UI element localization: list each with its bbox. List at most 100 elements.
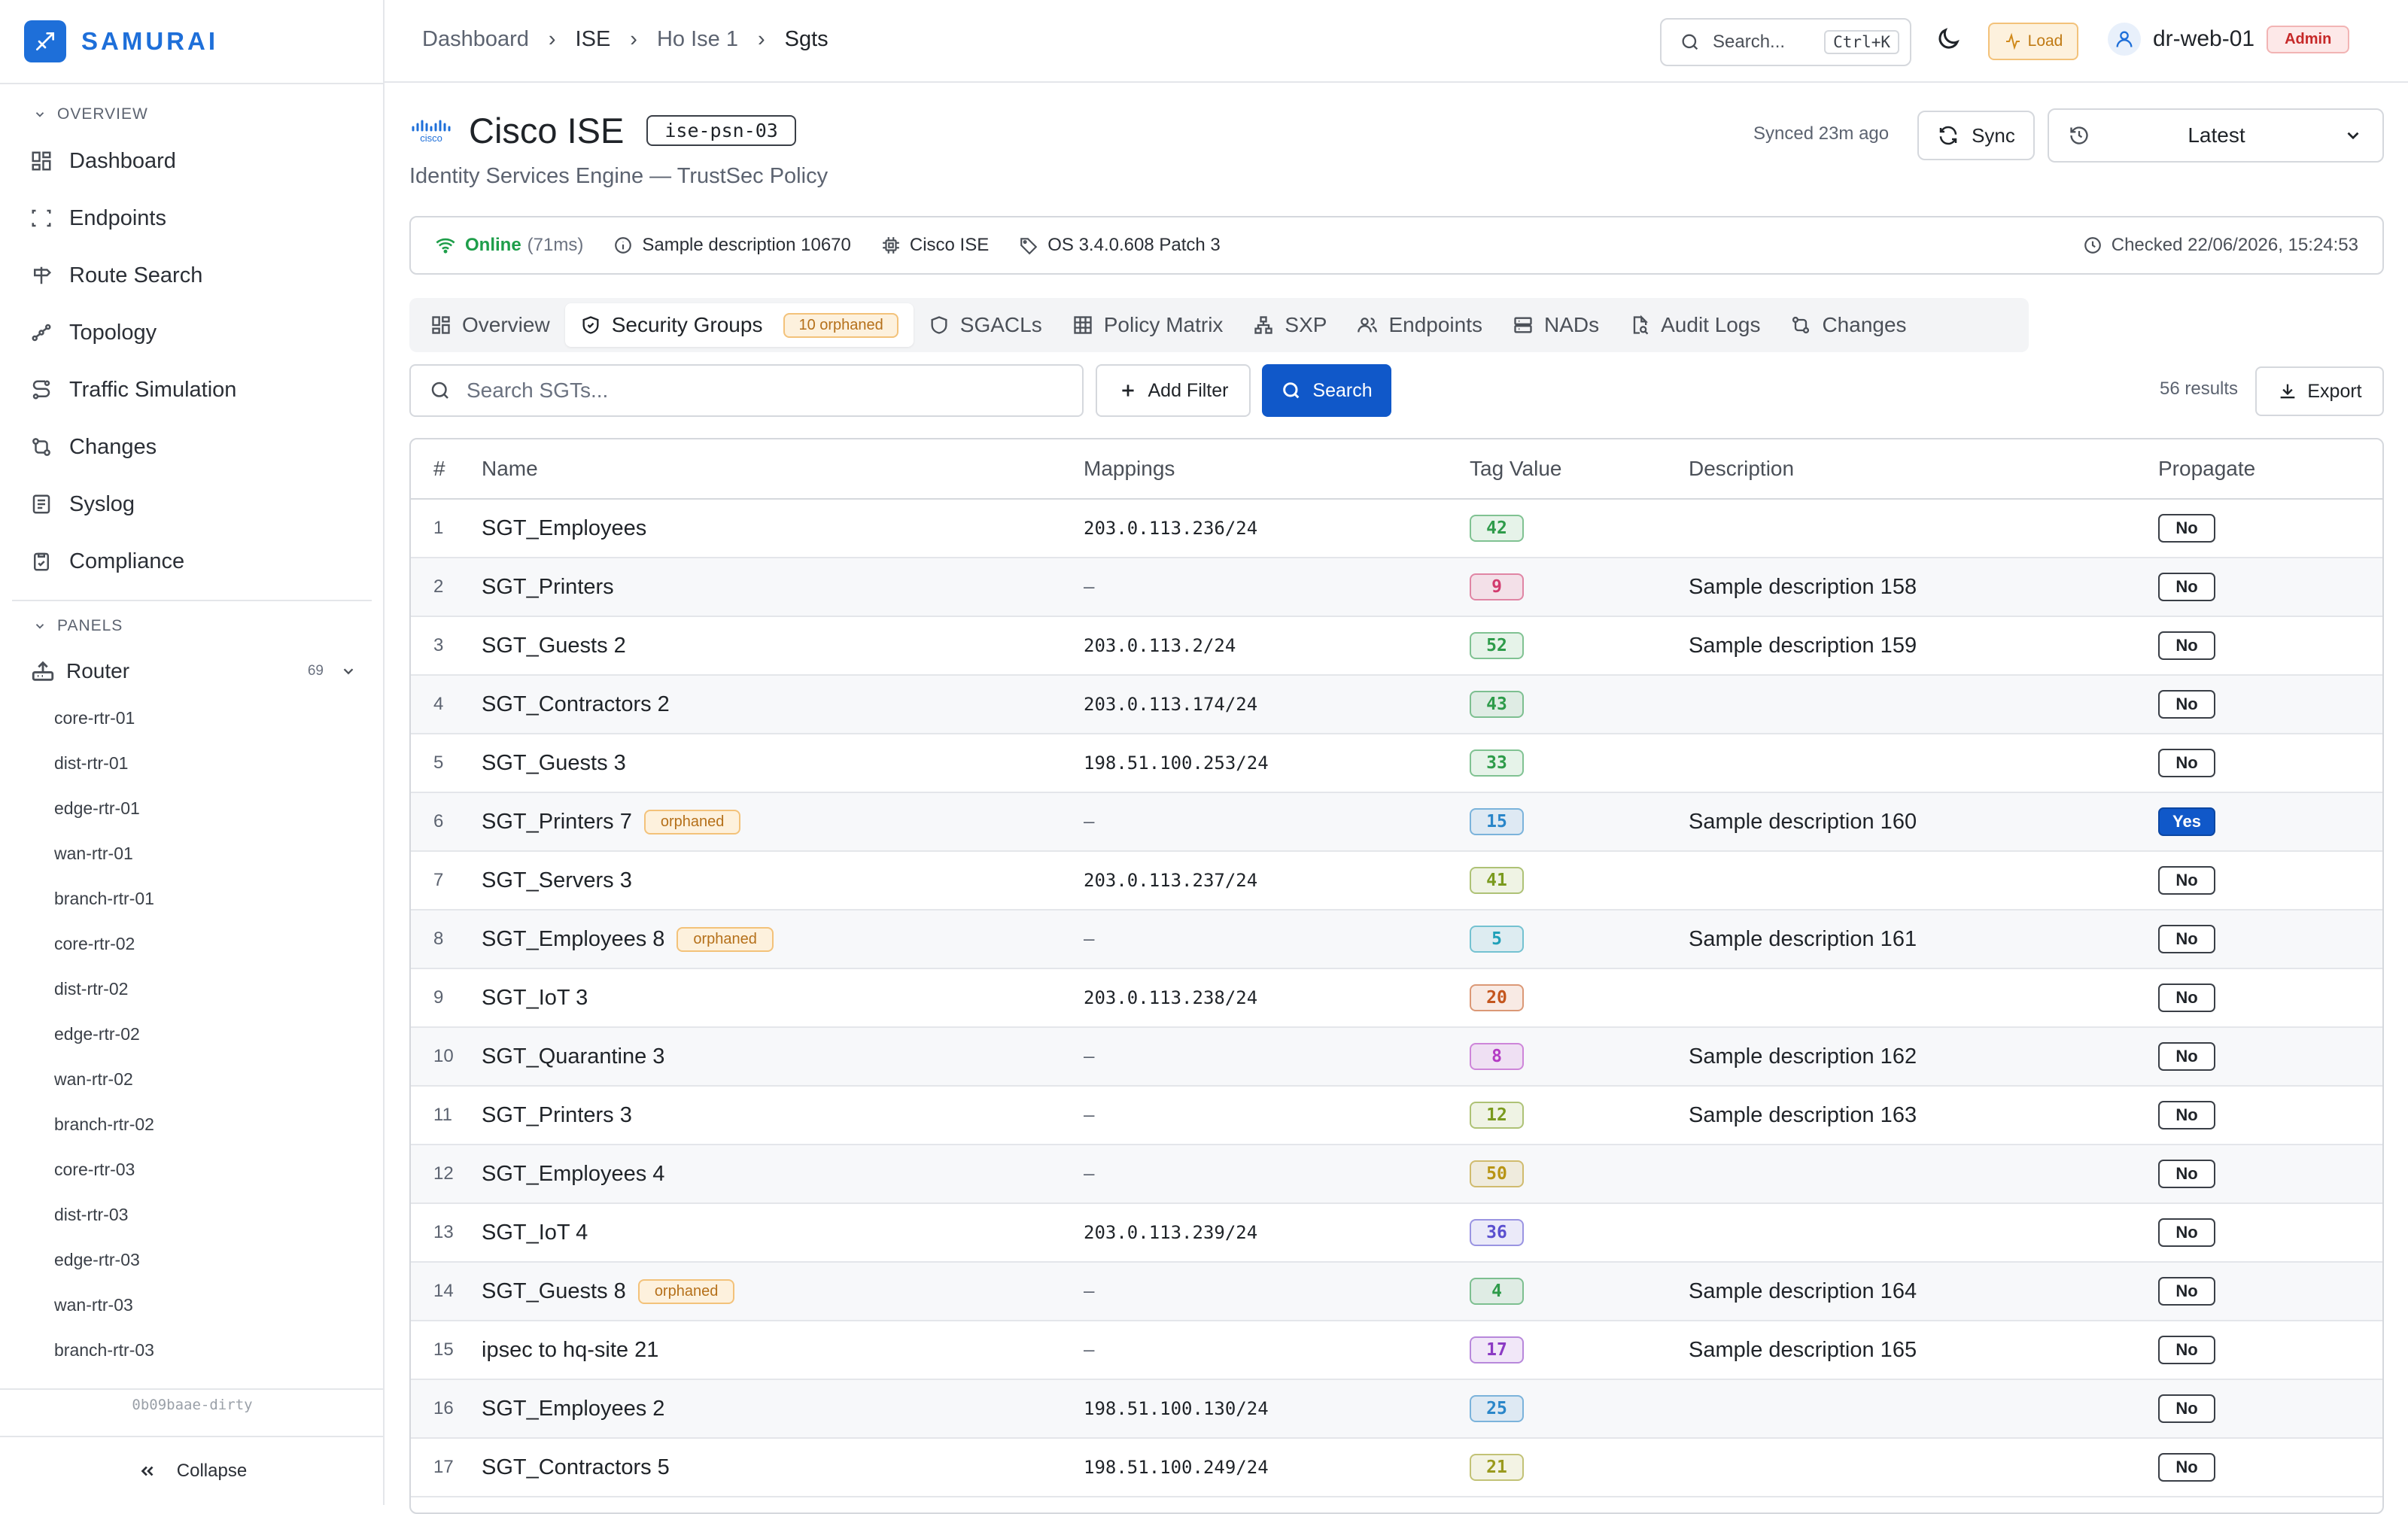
col-index[interactable]: # <box>411 457 482 481</box>
user-menu[interactable]: dr-web-01 Admin <box>2108 23 2350 56</box>
sgt-name[interactable]: SGT_Contractors 5 <box>482 1455 670 1480</box>
table-row[interactable]: 16 SGT_Employees 2 198.51.100.130/24 25 No <box>411 1380 2382 1439</box>
tab-sgacls[interactable]: SGACLs <box>914 303 1057 347</box>
table-row[interactable]: 9 SGT_IoT 3 203.0.113.238/24 20 No <box>411 969 2382 1028</box>
breadcrumb-dashboard[interactable]: Dashboard <box>422 27 529 52</box>
col-mappings[interactable]: Mappings <box>1084 457 1470 481</box>
propagate-badge[interactable]: No <box>2158 1277 2215 1306</box>
sgt-name[interactable]: SGT_Guests 8 <box>482 1279 626 1304</box>
breadcrumb-ho-ise-1[interactable]: Ho Ise 1 <box>657 27 738 52</box>
propagate-badge[interactable]: No <box>2158 690 2215 719</box>
propagate-badge[interactable]: No <box>2158 1336 2215 1364</box>
overview-section-toggle[interactable]: OVERVIEW <box>33 105 148 123</box>
tab-sxp[interactable]: SXP <box>1238 303 1342 347</box>
col-propagate[interactable]: Propagate <box>2158 457 2309 481</box>
device-item[interactable]: wan-rtr-02 <box>54 1069 133 1090</box>
propagate-badge[interactable]: No <box>2158 983 2215 1012</box>
nav-topology[interactable]: Topology <box>30 310 361 355</box>
sgt-name[interactable]: SGT_Guests 2 <box>482 634 626 658</box>
tab-audit-logs[interactable]: Audit Logs <box>1614 303 1775 347</box>
device-item[interactable]: branch-rtr-02 <box>54 1114 154 1135</box>
tab-changes[interactable]: Changes <box>1775 303 1921 347</box>
sgt-name[interactable]: SGT_Guests 3 <box>482 751 626 776</box>
sgt-name[interactable]: SGT_IoT 4 <box>482 1221 588 1245</box>
panel-router[interactable]: Router 69 <box>30 651 361 692</box>
propagate-badge[interactable]: No <box>2158 1218 2215 1247</box>
device-item[interactable]: core-rtr-02 <box>54 934 135 954</box>
device-item[interactable]: wan-rtr-03 <box>54 1295 133 1315</box>
propagate-badge[interactable]: No <box>2158 1453 2215 1482</box>
device-item[interactable]: dist-rtr-02 <box>54 979 128 999</box>
tab-policy-matrix[interactable]: Policy Matrix <box>1057 303 1239 347</box>
tab-overview[interactable]: Overview <box>415 303 565 347</box>
col-name[interactable]: Name <box>482 457 1084 481</box>
export-button[interactable]: Export <box>2255 366 2384 416</box>
table-row[interactable]: 14 SGT_Guests 8 orphaned — 4 Sample descripti… <box>411 1263 2382 1321</box>
panels-section-toggle[interactable]: PANELS <box>33 617 123 635</box>
sync-button[interactable]: Sync <box>1917 111 2035 160</box>
device-item[interactable]: dist-rtr-01 <box>54 753 128 774</box>
tab-security-groups[interactable]: Security Groups 10 orphaned <box>564 303 914 347</box>
device-item[interactable]: edge-rtr-02 <box>54 1024 140 1044</box>
table-row[interactable]: 17 SGT_Contractors 5 198.51.100.249/24 21 No <box>411 1439 2382 1497</box>
propagate-badge[interactable]: No <box>2158 866 2215 895</box>
table-row[interactable]: 3 SGT_Guests 2 203.0.113.2/24 52 Sample desc… <box>411 617 2382 676</box>
sgt-search-input[interactable]: Search SGTs... <box>409 364 1084 417</box>
device-item[interactable]: wan-rtr-01 <box>54 844 133 864</box>
device-item[interactable]: edge-rtr-01 <box>54 798 140 819</box>
table-row[interactable]: 5 SGT_Guests 3 198.51.100.253/24 33 No <box>411 734 2382 793</box>
col-tag-value[interactable]: Tag Value <box>1470 457 1689 481</box>
table-row[interactable]: 12 SGT_Employees 4 — 50 No <box>411 1145 2382 1204</box>
sgt-name[interactable]: SGT_Printers <box>482 575 614 600</box>
sgt-name[interactable]: SGT_Servers 3 <box>482 868 632 893</box>
add-filter-button[interactable]: Add Filter <box>1096 364 1251 417</box>
search-button[interactable]: Search <box>1262 364 1391 417</box>
brand-logo[interactable]: SAMURAI <box>24 20 218 62</box>
propagate-badge[interactable]: No <box>2158 749 2215 777</box>
device-item[interactable]: dist-rtr-03 <box>54 1205 128 1225</box>
version-select[interactable]: Latest <box>2048 108 2384 163</box>
propagate-badge[interactable]: No <box>2158 631 2215 660</box>
propagate-badge[interactable]: No <box>2158 925 2215 953</box>
sgt-name[interactable]: SGT_Quarantine 3 <box>482 1044 664 1069</box>
device-item[interactable]: branch-rtr-01 <box>54 889 154 909</box>
sgt-name[interactable]: SGT_Employees <box>482 516 646 541</box>
table-row[interactable]: 11 SGT_Printers 3 — 12 Sample description 16… <box>411 1087 2382 1145</box>
propagate-badge[interactable]: Yes <box>2158 807 2215 836</box>
tab-nads[interactable]: NADs <box>1497 303 1614 347</box>
table-row[interactable]: 8 SGT_Employees 8 orphaned — 5 Sample descrip… <box>411 911 2382 969</box>
global-search[interactable]: Search... Ctrl+K <box>1660 18 1911 66</box>
propagate-badge[interactable]: No <box>2158 573 2215 601</box>
propagate-badge[interactable]: No <box>2158 1101 2215 1129</box>
col-description[interactable]: Description <box>1689 457 2158 481</box>
sgt-name[interactable]: SGT_Employees 4 <box>482 1162 664 1187</box>
nav-changes[interactable]: Changes <box>30 424 361 470</box>
sgt-name[interactable]: ipsec to hq-site 21 <box>482 1338 658 1363</box>
nav-route-search[interactable]: Route Search <box>30 253 361 298</box>
nav-syslog[interactable]: Syslog <box>30 482 361 527</box>
table-row[interactable]: 15 ipsec to hq-site 21 — 17 Sample descripti… <box>411 1321 2382 1380</box>
nav-dashboard[interactable]: Dashboard <box>30 138 361 184</box>
table-row[interactable]: 4 SGT_Contractors 2 203.0.113.174/24 43 No <box>411 676 2382 734</box>
table-row[interactable]: 13 SGT_IoT 4 203.0.113.239/24 36 No <box>411 1204 2382 1263</box>
propagate-badge[interactable]: No <box>2158 514 2215 543</box>
sgt-name[interactable]: SGT_Employees 8 <box>482 927 664 952</box>
propagate-badge[interactable]: No <box>2158 1042 2215 1071</box>
table-row[interactable]: 2 SGT_Printers — 9 Sample description 158 No <box>411 558 2382 617</box>
collapse-button[interactable]: Collapse <box>0 1436 385 1505</box>
table-row[interactable]: 10 SGT_Quarantine 3 — 8 Sample description 1… <box>411 1028 2382 1087</box>
device-item[interactable]: branch-rtr-03 <box>54 1340 154 1360</box>
nav-compliance[interactable]: Compliance <box>30 539 361 584</box>
tab-endpoints[interactable]: Endpoints <box>1342 303 1497 347</box>
theme-toggle-button[interactable] <box>1935 26 1962 53</box>
sgt-name[interactable]: SGT_Employees 2 <box>482 1397 664 1421</box>
load-indicator[interactable]: Load <box>1988 23 2078 60</box>
table-row[interactable]: 7 SGT_Servers 3 203.0.113.237/24 41 No <box>411 852 2382 911</box>
nav-endpoints[interactable]: Endpoints <box>30 196 361 241</box>
nav-traffic-simulation[interactable]: Traffic Simulation <box>30 367 361 412</box>
propagate-badge[interactable]: No <box>2158 1160 2215 1188</box>
breadcrumb-ise[interactable]: ISE <box>576 27 611 52</box>
device-item[interactable]: core-rtr-03 <box>54 1160 135 1180</box>
sgt-name[interactable]: SGT_IoT 3 <box>482 986 588 1011</box>
device-item[interactable]: core-rtr-01 <box>54 708 135 728</box>
